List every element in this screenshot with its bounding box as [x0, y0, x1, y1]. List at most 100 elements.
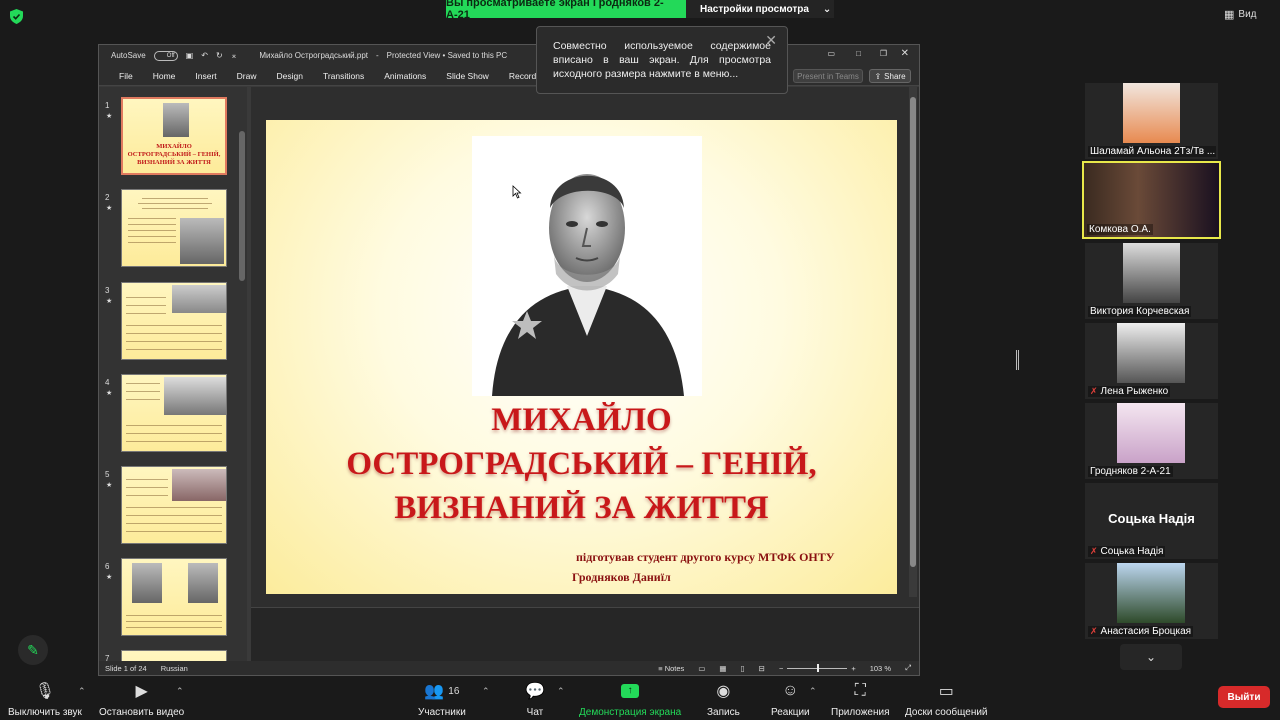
ppt-titlebar: AutoSave Off ▣ ↶ ↻ ⌅ Михайло Остроградсь… — [99, 45, 919, 66]
slide-title: МИХАЙЛО ОСТРОГРАДСЬКИЙ – ГЕНІЙ, ВИЗНАНИЙ… — [266, 398, 897, 530]
save-icon[interactable]: ▣ — [186, 51, 194, 60]
undo-icon[interactable]: ↶ — [201, 51, 208, 60]
slide-thumbnail-4[interactable] — [121, 374, 227, 452]
audio-options-caret-icon[interactable]: ⌃ — [78, 686, 86, 697]
customize-icon[interactable]: ⌅ — [231, 51, 238, 60]
slide-thumbnail-1[interactable]: МИХАЙЛО ОСТРОГРАДСЬКИЙ – ГЕНІЙ, ВИЗНАНИЙ… — [121, 97, 227, 175]
share-icon: ⇪ — [874, 71, 882, 81]
share-screen-button[interactable]: ↑ Демонстрация экрана — [579, 680, 681, 718]
slideshow-icon[interactable]: ⊟ — [759, 664, 765, 673]
stop-video-button[interactable]: ▶ Остановить видео — [99, 680, 184, 718]
mute-button[interactable]: 🎙 Выключить звук — [8, 680, 82, 718]
animation-star-icon: ★ — [106, 113, 113, 120]
slide-thumbnail-7[interactable] — [121, 650, 227, 661]
portrait-thumb-image — [163, 103, 189, 137]
slide-scrollbar[interactable] — [909, 87, 917, 597]
thumbnails-scrollbar[interactable] — [239, 131, 245, 281]
thumb-number: 1 — [105, 101, 110, 110]
chat-button[interactable]: 💬 Чат — [525, 680, 545, 718]
participant-tile-active-speaker[interactable]: Комкова О.А. — [1082, 161, 1221, 239]
slide-thumbnail-2[interactable] — [121, 189, 227, 267]
thumb-number: 4 — [105, 378, 110, 387]
language[interactable]: Russian — [161, 664, 188, 673]
reading-view-icon[interactable]: ▯ — [741, 664, 745, 673]
participant-tile[interactable]: ✗ Лена Рыженко — [1085, 323, 1218, 399]
normal-view-icon[interactable]: ▭ — [698, 664, 705, 673]
fit-slide-icon[interactable]: ⤢ — [905, 663, 911, 673]
participant-tile[interactable]: Гродняков 2-А-21 — [1085, 403, 1218, 479]
notes-button[interactable]: ≡ Notes — [658, 664, 684, 673]
chevron-down-icon: ⌄ — [822, 3, 832, 15]
participants-count: 16 — [448, 685, 460, 697]
close-icon[interactable]: ✕ — [765, 33, 777, 47]
tab-slide-show[interactable]: Slide Show — [436, 71, 499, 81]
window-restore-icon[interactable]: ❐ — [880, 49, 887, 58]
autosave-label: AutoSave — [111, 51, 146, 60]
ostrogradsky-portrait-image — [472, 136, 702, 396]
share-button[interactable]: ⇪ Share — [869, 69, 911, 83]
tab-design[interactable]: Design — [267, 71, 313, 81]
whiteboards-button[interactable]: ▭ Доски сообщений — [905, 680, 988, 718]
tab-insert[interactable]: Insert — [185, 71, 226, 81]
animation-star-icon: ★ — [106, 482, 113, 489]
participants-button[interactable]: 👥 16 Участники — [418, 680, 466, 718]
restore-icon[interactable]: ▭ — [827, 49, 835, 58]
apps-button[interactable]: ⛶ Приложения — [831, 680, 890, 718]
slide-thumbnail-5[interactable] — [121, 466, 227, 544]
thumbnail-row[interactable]: 5 ★ — [99, 466, 247, 548]
record-icon: ◉ — [716, 683, 731, 700]
thumbnail-row[interactable]: 2 ★ — [99, 189, 247, 271]
thumbnail-row[interactable]: 1 ★ МИХАЙЛО ОСТРОГРАДСЬКИЙ – ГЕНІЙ, ВИЗН… — [99, 97, 247, 179]
tab-home[interactable]: Home — [143, 71, 186, 81]
view-settings-label: Настройки просмотра — [700, 3, 809, 15]
view-settings-button[interactable]: Настройки просмотра ⌄ — [686, 0, 834, 18]
record-button[interactable]: ◉ Запись — [707, 680, 740, 718]
participant-tile[interactable]: Шаламай Альона 2Тз/Тв ... — [1085, 83, 1218, 159]
tab-file[interactable]: File — [109, 71, 143, 81]
leave-meeting-button[interactable]: Выйти — [1218, 686, 1270, 708]
doc-title: Михайло Остроградський.ppt — [259, 51, 368, 60]
participant-name: Гродняков 2-А-21 — [1088, 466, 1173, 477]
notes-pane[interactable] — [251, 607, 919, 661]
tab-animations[interactable]: Animations — [374, 71, 436, 81]
maximize-icon[interactable]: □ — [856, 49, 861, 58]
slide-thumbnail-3[interactable] — [121, 282, 227, 360]
zoom-slider[interactable]: − + — [779, 663, 856, 673]
thumb-number: 5 — [105, 470, 110, 479]
view-button[interactable]: ▦ Вид — [1224, 8, 1257, 21]
reactions-options-caret-icon[interactable]: ⌃ — [809, 686, 817, 697]
thumbnail-row[interactable]: 7 — [99, 650, 247, 661]
slide-thumbnails-pane[interactable]: 1 ★ МИХАЙЛО ОСТРОГРАДСЬКИЙ – ГЕНІЙ, ВИЗН… — [99, 87, 247, 661]
security-shield-icon[interactable] — [10, 9, 23, 24]
autosave-toggle[interactable]: Off — [153, 50, 178, 61]
redo-icon[interactable]: ↻ — [216, 51, 223, 60]
present-in-teams-button[interactable]: Present in Teams — [793, 69, 863, 83]
muted-mic-icon: ✗ — [1090, 546, 1098, 556]
chat-options-caret-icon[interactable]: ⌃ — [557, 686, 565, 697]
thumbnail-row[interactable]: 3 ★ — [99, 282, 247, 364]
whiteboard-icon: ▭ — [938, 683, 954, 700]
video-options-caret-icon[interactable]: ⌃ — [176, 686, 184, 697]
participant-tile[interactable]: ✗ Анастасия Броцкая — [1085, 563, 1218, 639]
thumb1-title: МИХАЙЛО ОСТРОГРАДСЬКИЙ – ГЕНІЙ, ВИЗНАНИЙ… — [127, 143, 221, 166]
participant-name: ✗ Анастасия Броцкая — [1088, 626, 1194, 637]
panel-resize-handle[interactable] — [1016, 350, 1019, 370]
gallery-scroll-down-button[interactable]: ⌄ — [1120, 644, 1182, 670]
participant-video — [1117, 403, 1185, 463]
thumbnail-row[interactable]: 4 ★ — [99, 374, 247, 456]
slide-thumbnail-6[interactable] — [121, 558, 227, 636]
participants-options-caret-icon[interactable]: ⌃ — [482, 686, 490, 697]
close-icon[interactable]: ✕ — [901, 48, 909, 59]
current-slide[interactable]: МИХАЙЛО ОСТРОГРАДСЬКИЙ – ГЕНІЙ, ВИЗНАНИЙ… — [266, 120, 897, 594]
camera-icon: ▶ — [135, 683, 148, 700]
tab-transitions[interactable]: Transitions — [313, 71, 374, 81]
participant-tile[interactable]: Соцька Надія ✗ Соцька Надія — [1085, 483, 1218, 559]
participant-tile[interactable]: Виктория Корчевская — [1085, 243, 1218, 319]
zoom-level[interactable]: 103 % — [870, 664, 891, 673]
participant-name: Комкова О.А. — [1087, 224, 1153, 235]
tab-draw[interactable]: Draw — [227, 71, 267, 81]
annotate-pencil-button[interactable]: ✎ — [18, 635, 48, 665]
thumbnail-row[interactable]: 6 ★ — [99, 558, 247, 640]
reactions-button[interactable]: ☺ Реакции — [771, 680, 810, 718]
slide-sorter-icon[interactable]: ▦ — [719, 664, 726, 673]
